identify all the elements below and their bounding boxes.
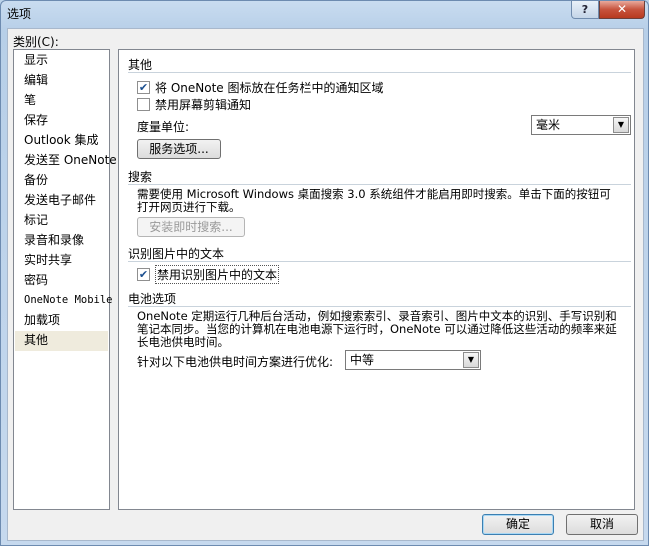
cancel-button[interactable]: 取消 — [566, 514, 638, 535]
unit-select-value: 毫米 — [536, 118, 561, 132]
section-divider — [128, 184, 631, 185]
battery-description-line: 长电池供电时间。 — [137, 335, 229, 349]
category-item-audio-video[interactable]: 录音和录像 — [15, 231, 108, 251]
install-instant-search-button[interactable]: 安装即时搜索... — [137, 217, 245, 237]
tray-icon-checkbox[interactable]: ✔ — [137, 80, 150, 94]
category-item-email[interactable]: 发送电子邮件 — [15, 191, 108, 211]
category-item-display[interactable]: 显示 — [15, 51, 108, 71]
chevron-down-icon[interactable]: ▼ — [613, 117, 629, 133]
category-item-password[interactable]: 密码 — [15, 271, 108, 291]
options-dialog: 选项 ? ✕ 类别(C): 显示 编辑 笔 保存 Outlook 集成 发送至 … — [0, 0, 649, 546]
categories-label: 类别(C): — [13, 35, 59, 49]
close-button[interactable]: ✕ — [599, 1, 645, 19]
service-options-button[interactable]: 服务选项... — [137, 139, 221, 159]
section-divider — [128, 261, 631, 262]
window-title: 选项 — [7, 7, 32, 21]
title-bar: 选项 ? ✕ — [1, 1, 648, 25]
chevron-down-icon[interactable]: ▼ — [463, 352, 479, 368]
category-list[interactable]: 显示 编辑 笔 保存 Outlook 集成 发送至 OneNote 备份 发送电… — [13, 49, 117, 510]
category-item-backup[interactable]: 备份 — [15, 171, 108, 191]
help-button[interactable]: ? — [571, 1, 599, 19]
battery-optimize-label: 针对以下电池供电时间方案进行优化: — [137, 355, 334, 369]
category-item-addins[interactable]: 加载项 — [15, 311, 108, 331]
clip-notify-checkbox[interactable] — [137, 97, 150, 111]
unit-label: 度量单位: — [137, 120, 190, 134]
category-item-save[interactable]: 保存 — [15, 111, 108, 131]
category-item-send-to-onenote[interactable]: 发送至 OneNote — [15, 151, 117, 171]
section-title-other: 其他 — [128, 58, 153, 72]
section-divider — [128, 306, 631, 307]
search-description-line: 打开网页进行下载。 — [137, 200, 241, 214]
category-item-editing[interactable]: 编辑 — [15, 71, 108, 91]
search-description: 需要使用 Microsoft Windows 桌面搜索 3.0 系统组件才能启用… — [137, 188, 611, 214]
section-title-ocr: 识别图片中的文本 — [128, 247, 225, 261]
category-item-tags[interactable]: 标记 — [15, 211, 108, 231]
section-divider — [128, 72, 631, 73]
battery-description: OneNote 定期运行几种后台活动，例如搜索索引、录音索引、图片中文本的识别、… — [137, 310, 617, 349]
category-item-outlook[interactable]: Outlook 集成 — [15, 131, 108, 151]
clip-notify-option[interactable]: 禁用屏幕剪辑通知 — [137, 96, 251, 112]
clip-notify-label: 禁用屏幕剪辑通知 — [155, 97, 252, 112]
category-item-mobile[interactable]: OneNote Mobile — [15, 291, 113, 311]
settings-panel: 其他 ✔ 将 OneNote 图标放在任务栏中的通知区域 禁用屏幕剪辑通知 度量… — [118, 49, 635, 510]
section-title-search: 搜索 — [128, 170, 153, 184]
dialog-body: 类别(C): 显示 编辑 笔 保存 Outlook 集成 发送至 OneNote… — [7, 28, 644, 541]
battery-plan-select[interactable]: 中等 ▼ — [345, 350, 481, 370]
unit-select[interactable]: 毫米 ▼ — [531, 115, 631, 135]
section-title-battery: 电池选项 — [128, 292, 177, 306]
battery-plan-value: 中等 — [350, 353, 375, 367]
category-item-pen[interactable]: 笔 — [15, 91, 108, 111]
tray-icon-option[interactable]: ✔ 将 OneNote 图标放在任务栏中的通知区域 — [137, 79, 383, 95]
ok-button[interactable]: 确定 — [482, 514, 554, 535]
disable-ocr-label: 禁用识别图片中的文本 — [155, 264, 280, 284]
category-item-live-sharing[interactable]: 实时共享 — [15, 251, 108, 271]
disable-ocr-option[interactable]: ✔ 禁用识别图片中的文本 — [137, 264, 280, 284]
category-item-other[interactable]: 其他 — [15, 331, 108, 351]
disable-ocr-checkbox[interactable]: ✔ — [137, 267, 150, 281]
tray-icon-label: 将 OneNote 图标放在任务栏中的通知区域 — [155, 80, 384, 95]
